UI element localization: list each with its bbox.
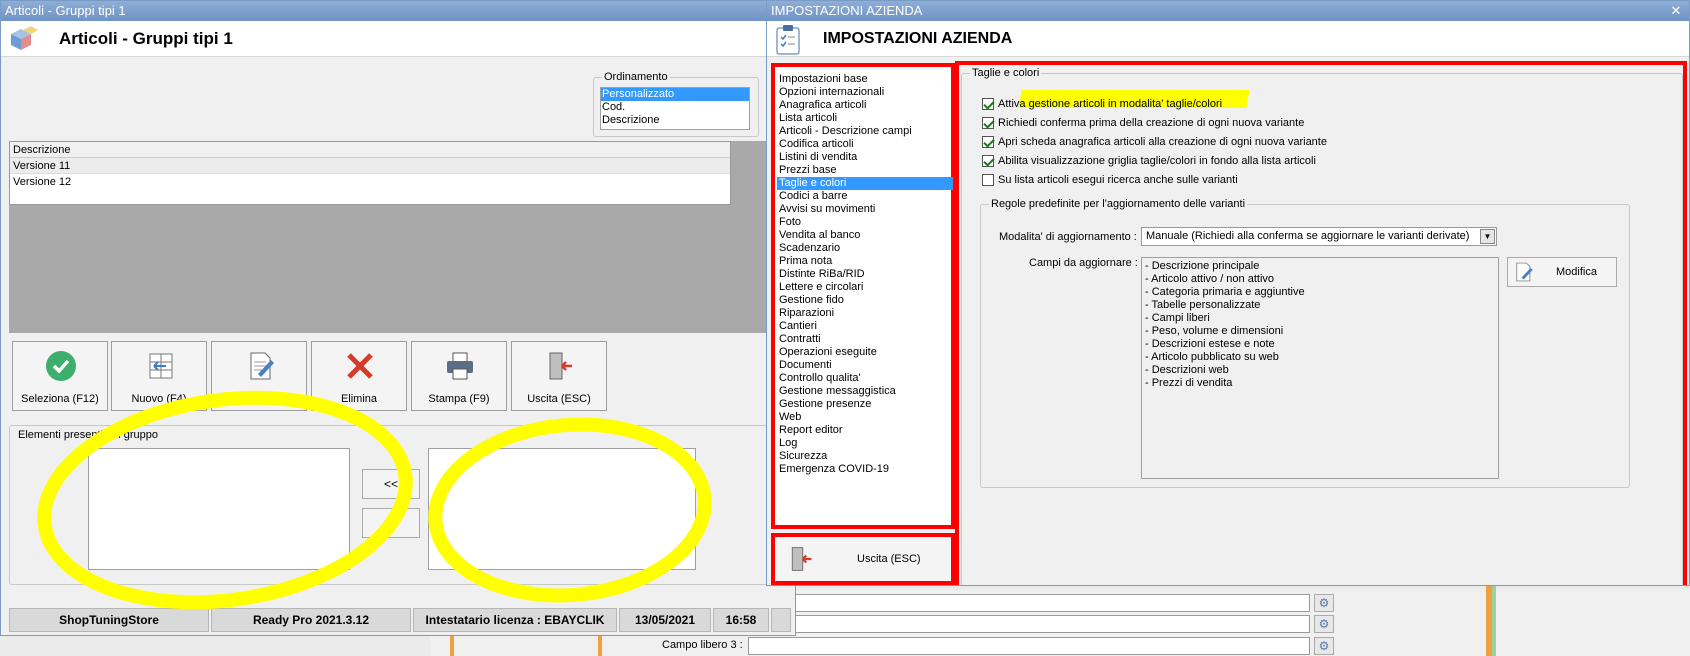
modalita-label: Modalita' di aggiornamento : — [999, 231, 1137, 243]
nav-item[interactable]: Controllo qualita' — [777, 372, 953, 385]
checkbox-label: Richiedi conferma prima della creazione … — [998, 117, 1305, 129]
nav-item[interactable]: Documenti — [777, 359, 953, 372]
checkbox[interactable] — [982, 136, 994, 148]
window-title: IMPOSTAZIONI AZIENDA — [767, 1, 1689, 21]
list-item: - Articolo pubblicato su web — [1145, 351, 1279, 363]
nav-item[interactable]: Gestione fido — [777, 294, 953, 307]
edit-document-icon — [1516, 262, 1533, 282]
modifica-label: Modifica — [1556, 266, 1597, 278]
checkbox-label: Attiva gestione articoli in modalita' ta… — [998, 98, 1223, 110]
campi-list[interactable]: - Descrizione principale - Articolo attiv… — [1141, 257, 1499, 479]
nav-item[interactable]: Report editor — [777, 424, 953, 437]
nav-item[interactable]: Riparazioni — [777, 307, 953, 320]
modalita-select[interactable]: Manuale (Richiedi alla conferma se aggio… — [1141, 227, 1497, 246]
nav-item[interactable]: Distinte RiBa/RID — [777, 268, 953, 281]
exit-door-icon — [791, 547, 812, 571]
nav-item[interactable]: Foto — [777, 216, 953, 229]
list-item: - Prezzi di vendita — [1145, 377, 1233, 389]
settings-panel: Taglie e colori Attiva gestione articoli… — [955, 61, 1687, 585]
nav-item[interactable]: Anagrafica articoli — [777, 99, 953, 112]
nav-item[interactable]: Vendita al banco — [777, 229, 953, 242]
clipboard-icon — [776, 25, 800, 55]
impostazioni-azienda-window: IMPOSTAZIONI AZIENDA ✕ IMPOSTAZIONI AZIE… — [766, 0, 1690, 586]
nav-item[interactable]: Gestione presenze — [777, 398, 953, 411]
list-item: - Campi liberi — [1145, 312, 1210, 324]
nav-panel: Impostazioni base Opzioni internazionali A… — [771, 63, 955, 529]
nav-item[interactable]: Scadenzario — [777, 242, 953, 255]
list-item: - Peso, volume e dimensioni — [1145, 325, 1284, 337]
list-item: - Descrizioni estese e note — [1145, 338, 1275, 350]
nav-item[interactable]: Prima nota — [777, 255, 953, 268]
list-item: - Categoria primaria e aggiuntive — [1145, 286, 1305, 298]
nav-item[interactable]: Prezzi base — [777, 164, 953, 177]
list-item: - Descrizioni web — [1145, 364, 1229, 376]
nav-item[interactable]: Cantieri — [777, 320, 953, 333]
close-button[interactable]: ✕ — [1667, 3, 1685, 19]
campi-label: Campi da aggiornare : — [1029, 257, 1138, 269]
checkbox-label: Apri scheda anagrafica articoli alla cre… — [998, 136, 1327, 148]
uscita-button[interactable]: Uscita (ESC) — [777, 539, 949, 579]
checkbox[interactable] — [982, 98, 994, 110]
checkbox-list: Attiva gestione articoli in modalita' ta… — [982, 98, 1662, 198]
nav-item[interactable]: Gestione messaggistica — [777, 385, 953, 398]
section-title: Taglie e colori — [970, 67, 1042, 79]
page-title: IMPOSTAZIONI AZIENDA — [823, 30, 1013, 47]
nav-item[interactable]: Contratti — [777, 333, 953, 346]
uscita-label: Uscita (ESC) — [857, 553, 921, 565]
modifica-button[interactable]: Modifica — [1507, 257, 1617, 287]
nav-item[interactable]: Opzioni internazionali — [777, 86, 953, 99]
nav-item[interactable]: Taglie e colori — [777, 177, 953, 190]
nav-item[interactable]: Lista articoli — [777, 112, 953, 125]
window-header: IMPOSTAZIONI AZIENDA — [767, 21, 1689, 57]
nav-item[interactable]: Listini di vendita — [777, 151, 953, 164]
nav-item[interactable]: Web — [777, 411, 953, 424]
nav-list: Impostazioni base Opzioni internazionali A… — [777, 73, 953, 476]
nav-item[interactable]: Sicurezza — [777, 450, 953, 463]
regole-group: Regole predefinite per l'aggiornamento d… — [980, 198, 1630, 488]
taglie-colori-group: Taglie e colori Attiva gestione articoli… — [961, 67, 1683, 585]
nav-item[interactable]: Avvisi su movimenti — [777, 203, 953, 216]
regole-title: Regole predefinite per l'aggiornamento d… — [989, 198, 1248, 210]
list-item: - Descrizione principale — [1145, 260, 1260, 272]
modalita-value: Manuale (Richiedi alla conferma se aggio… — [1146, 230, 1470, 242]
checkbox[interactable] — [982, 117, 994, 129]
nav-item[interactable]: Articoli - Descrizione campi — [777, 125, 953, 138]
chevron-down-icon[interactable]: ▼ — [1480, 229, 1495, 244]
uscita-panel: Uscita (ESC) — [771, 533, 955, 585]
checkbox[interactable] — [982, 155, 994, 167]
nav-item[interactable]: Emergenza COVID-19 — [777, 463, 953, 476]
nav-item[interactable]: Impostazioni base — [777, 73, 953, 86]
nav-item[interactable]: Operazioni eseguite — [777, 346, 953, 359]
checkbox-label: Su lista articoli esegui ricerca anche s… — [998, 174, 1238, 186]
nav-item[interactable]: Lettere e circolari — [777, 281, 953, 294]
list-item: - Articolo attivo / non attivo — [1145, 273, 1275, 285]
nav-item[interactable]: Log — [777, 437, 953, 450]
nav-item[interactable]: Codifica articoli — [777, 138, 953, 151]
checkbox-label: Abilita visualizzazione griglia taglie/c… — [998, 155, 1316, 167]
nav-item[interactable]: Codici a barre — [777, 190, 953, 203]
checkbox[interactable] — [982, 174, 994, 186]
list-item: - Tabelle personalizzate — [1145, 299, 1261, 311]
